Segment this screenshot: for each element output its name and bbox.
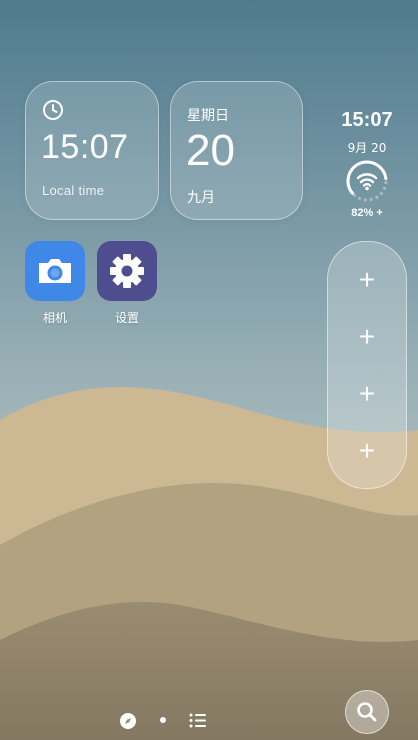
add-button[interactable]: + xyxy=(328,374,406,414)
date-weekday: 星期日 xyxy=(187,108,229,124)
compass-icon[interactable] xyxy=(119,712,137,730)
side-date: 9月 20 xyxy=(347,141,387,155)
page-indicator-dot[interactable] xyxy=(160,717,166,723)
settings-app[interactable]: 设置 xyxy=(96,241,158,326)
camera-app[interactable]: 相机 xyxy=(24,241,86,326)
clock-label: Local time xyxy=(42,183,105,198)
date-month: 九月 xyxy=(187,190,215,206)
add-widget-panel: + + + + xyxy=(327,241,407,489)
search-icon xyxy=(357,702,377,722)
camera-app-label: 相机 xyxy=(42,311,67,325)
battery-ring-icon[interactable] xyxy=(345,159,389,203)
clock-icon xyxy=(43,100,63,120)
camera-icon[interactable] xyxy=(25,241,85,301)
list-icon[interactable] xyxy=(189,713,207,728)
add-button[interactable]: + xyxy=(328,260,406,300)
side-time: 15:07 xyxy=(341,109,393,131)
battery-percent: 82% + xyxy=(351,207,383,219)
add-button[interactable]: + xyxy=(328,317,406,357)
gear-icon[interactable] xyxy=(97,241,157,301)
settings-app-label: 设置 xyxy=(114,311,139,325)
clock-widget[interactable]: 15:07 Local time xyxy=(25,81,159,220)
wifi-icon xyxy=(356,173,378,187)
search-button[interactable] xyxy=(345,690,389,734)
clock-time: 15:07 xyxy=(41,128,129,166)
date-day: 20 xyxy=(186,126,235,175)
add-button[interactable]: + xyxy=(328,431,406,471)
date-widget[interactable]: 星期日 20 九月 xyxy=(170,81,303,220)
